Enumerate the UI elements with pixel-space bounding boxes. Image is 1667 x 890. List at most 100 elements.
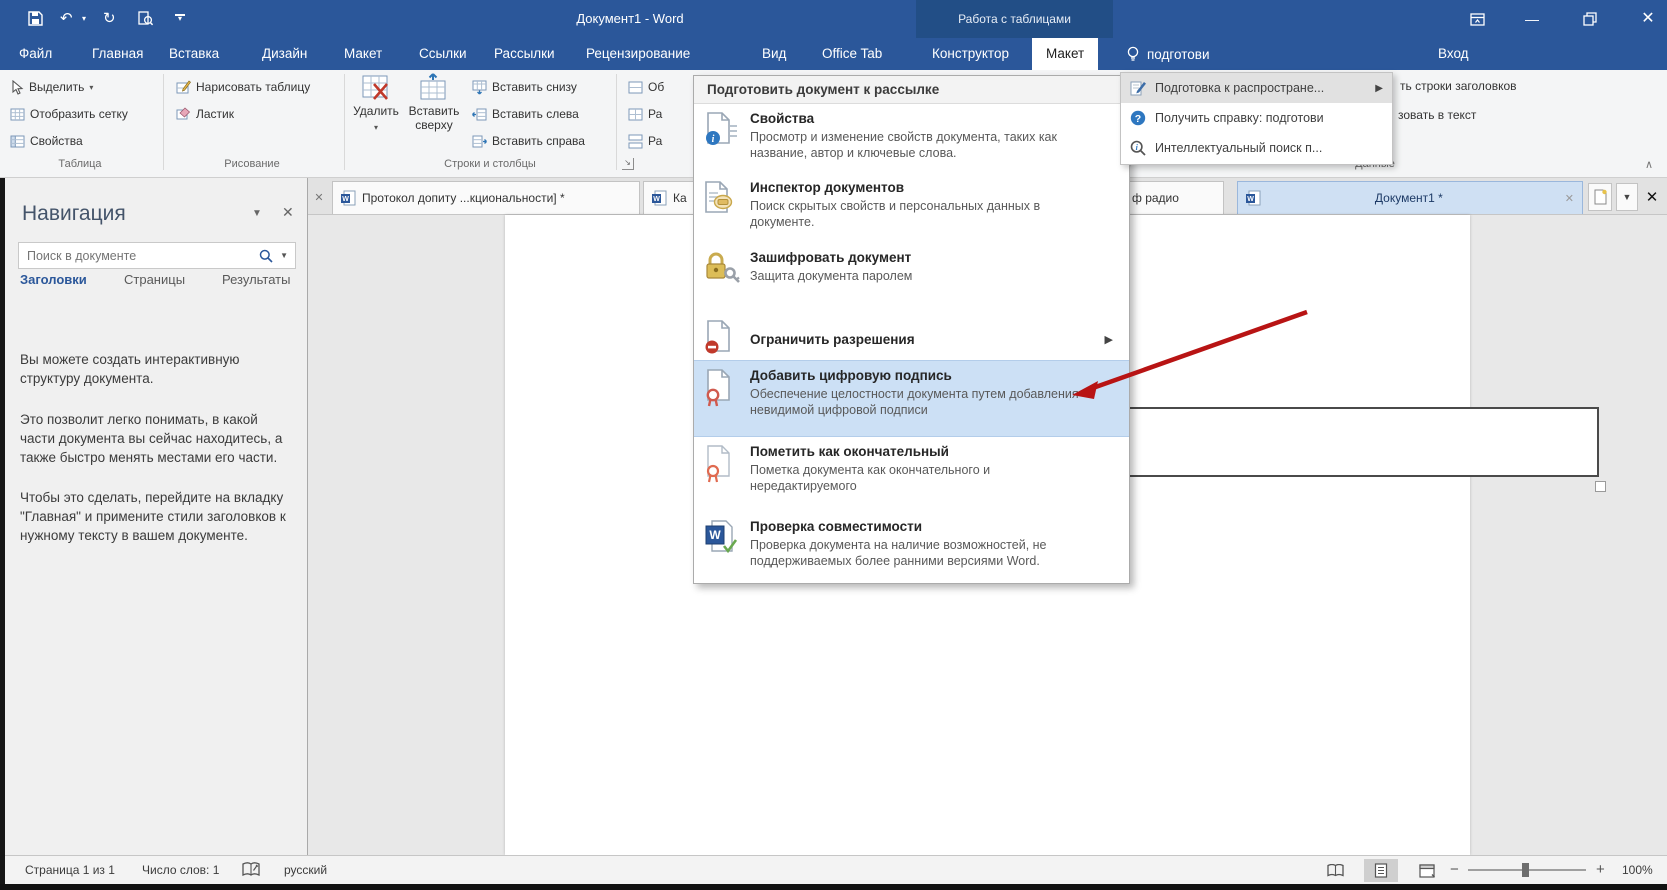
tellme-item-smart-lookup[interactable]: i Интеллектуальный поиск п... (1121, 133, 1392, 163)
save-icon[interactable] (28, 0, 43, 41)
view-gridlines-button[interactable]: Отобразить сетку (10, 102, 128, 126)
tab-mailings[interactable]: Рассылки (490, 38, 559, 70)
print-layout-button[interactable] (1364, 859, 1398, 882)
menu-item-title: Добавить цифровую подпись (750, 368, 952, 383)
nav-tab-headings[interactable]: Заголовки (20, 272, 87, 287)
tab-references[interactable]: Ссылки (415, 38, 471, 70)
merge-cells-button-partial[interactable]: Об (628, 75, 664, 99)
new-document-button[interactable] (1588, 183, 1612, 211)
close-button[interactable]: ✕ (1631, 0, 1665, 38)
tab-table-layout-active[interactable]: Макет (1032, 38, 1099, 70)
print-preview-icon[interactable] (138, 0, 154, 41)
insert-right-button[interactable]: Вставить справа (472, 129, 585, 153)
nav-help-paragraph: Это позволит легко понимать, в какой час… (20, 412, 283, 465)
tab-list-dropdown-icon[interactable]: ▼ (1616, 183, 1638, 211)
menu-item-compatibility-check[interactable]: W Проверка совместимости Проверка докуме… (694, 512, 1129, 583)
menu-item-properties[interactable]: i Свойства Просмотр и изменение свойств … (694, 104, 1129, 173)
menu-item-title: Пометить как окончательный (750, 444, 949, 459)
document-search-box[interactable]: ▼ (18, 242, 296, 269)
word-count[interactable]: Число слов: 1 (142, 856, 219, 884)
tab-insert[interactable]: Вставка (165, 38, 223, 70)
tab-office-tab[interactable]: Office Tab (818, 38, 886, 70)
zoom-out-button[interactable]: − (1450, 856, 1459, 884)
insert-left-button[interactable]: Вставить слева (472, 102, 579, 126)
search-input[interactable] (19, 248, 260, 263)
doc-tab-label: Протокол допиту ...кциональности] * (362, 191, 565, 205)
tellme-query[interactable]: подготови (1147, 47, 1210, 62)
repeat-header-rows-label-fragment[interactable]: ть строки заголовков (1400, 79, 1517, 93)
menu-item-add-digital-signature[interactable]: Добавить цифровую подпись Обеспечение це… (694, 360, 1129, 437)
undo-caret-icon[interactable]: ▾ (82, 0, 86, 38)
title-bar: ↶ ▾ ↻ ▾ Документ1 - Word Работа с таблиц… (0, 0, 1667, 70)
insert-above-icon (420, 73, 446, 100)
encrypt-lock-icon (704, 250, 750, 298)
menu-item-inspect-document[interactable]: Инспектор документов Поиск скрытых свойс… (694, 173, 1129, 243)
insert-right-icon (472, 135, 487, 147)
tab-view[interactable]: Вид (758, 38, 790, 70)
proofing-status-icon[interactable] (242, 862, 260, 883)
search-options-caret-icon[interactable]: ▼ (273, 251, 295, 260)
nav-pane-close-icon[interactable]: ✕ (282, 204, 294, 221)
eraser-button[interactable]: Ластик (176, 102, 234, 126)
table-resize-handle[interactable] (1595, 481, 1606, 492)
select-label: Выделить (29, 80, 85, 94)
read-mode-button[interactable] (1318, 859, 1352, 882)
svg-text:W: W (709, 528, 721, 542)
tab-layout[interactable]: Макет (340, 38, 386, 70)
zoom-slider-thumb[interactable] (1522, 863, 1529, 877)
customize-qat-icon[interactable]: ▾ (175, 0, 185, 23)
convert-to-text-label-fragment[interactable]: зовать в текст (1398, 108, 1476, 122)
redo-icon[interactable]: ↻ (103, 0, 116, 38)
dialog-launcher-icon[interactable]: ↘ (622, 158, 634, 170)
menu-item-encrypt-document[interactable]: Зашифровать документ Защита документа па… (694, 243, 1129, 304)
svg-text:W: W (653, 196, 660, 203)
select-button[interactable]: Выделить ▾ (10, 75, 93, 99)
insert-above-button[interactable]: Вставить сверху (406, 73, 462, 132)
sign-in-link[interactable]: Вход (1438, 38, 1469, 70)
tellme-item-get-help[interactable]: ? Получить справку: подготови (1121, 103, 1392, 133)
doc-tab-3-partial[interactable]: ф радио (1124, 181, 1224, 214)
navigation-title: Навигация (22, 202, 126, 225)
tab-design[interactable]: Дизайн (258, 38, 311, 70)
tab-table-design[interactable]: Конструктор (928, 38, 1013, 70)
collapse-ribbon-icon[interactable]: ∧ (1645, 158, 1653, 171)
delete-table-button[interactable]: Удалить ▾ (348, 73, 404, 135)
window-left-edge (0, 178, 5, 884)
menu-item-mark-as-final[interactable]: Пометить как окончательный Пометка докум… (694, 437, 1129, 512)
insert-above-label: Вставить сверху (408, 104, 460, 132)
zoom-in-button[interactable]: + (1596, 856, 1605, 884)
tellme-item-prepare-distribution[interactable]: Подготовка к распростране... ▶ (1121, 73, 1392, 103)
nav-tab-results[interactable]: Результаты (222, 272, 290, 287)
tabbar-close-left-icon[interactable]: ✕ (310, 183, 328, 211)
contextual-tab-header: Работа с таблицами (958, 12, 1071, 26)
menu-item-restrict-permissions[interactable]: Ограничить разрешения ▶ (694, 318, 1129, 360)
tab-home[interactable]: Главная (88, 38, 147, 70)
draw-table-button[interactable]: Нарисовать таблицу (176, 75, 310, 99)
doc-tab-1[interactable]: W Протокол допиту ...кциональности] * (332, 181, 640, 214)
nav-tab-pages[interactable]: Страницы (124, 272, 185, 287)
prepare-document-menu: Подготовить документ к рассылке i Свойст… (693, 75, 1130, 584)
tabbar-close-icon[interactable]: ✕ (1642, 183, 1662, 211)
undo-icon[interactable]: ↶ (60, 0, 73, 38)
insert-below-button[interactable]: Вставить снизу (472, 75, 577, 99)
menu-item-title: Ограничить разрешения (750, 332, 915, 347)
language-indicator[interactable]: русский (284, 856, 327, 884)
tellme-box[interactable]: подготови (1126, 38, 1210, 70)
doc-tab-label: ф радио (1132, 191, 1179, 205)
zoom-level[interactable]: 100% (1622, 856, 1653, 884)
split-cells-button-partial[interactable]: Ра (628, 102, 662, 126)
page-indicator[interactable]: Страница 1 из 1 (25, 856, 115, 884)
split-table-button-partial[interactable]: Ра (628, 129, 662, 153)
minimize-button[interactable]: — (1515, 0, 1549, 38)
smart-lookup-icon: i (1130, 140, 1146, 156)
ribbon-display-options-icon[interactable] (1460, 0, 1494, 40)
tab-review[interactable]: Рецензирование (582, 38, 694, 70)
web-layout-button[interactable] (1410, 859, 1444, 882)
nav-pane-options-icon[interactable]: ▼ (252, 208, 262, 219)
doc-tab-active[interactable]: W Документ1 * ✕ (1237, 181, 1583, 214)
restore-button[interactable] (1573, 0, 1607, 40)
close-tab-icon[interactable]: ✕ (1565, 192, 1574, 205)
merge-label-fragment: Об (648, 80, 665, 94)
table-properties-button[interactable]: Свойства (10, 129, 83, 153)
tab-file[interactable]: Файл (15, 38, 56, 70)
